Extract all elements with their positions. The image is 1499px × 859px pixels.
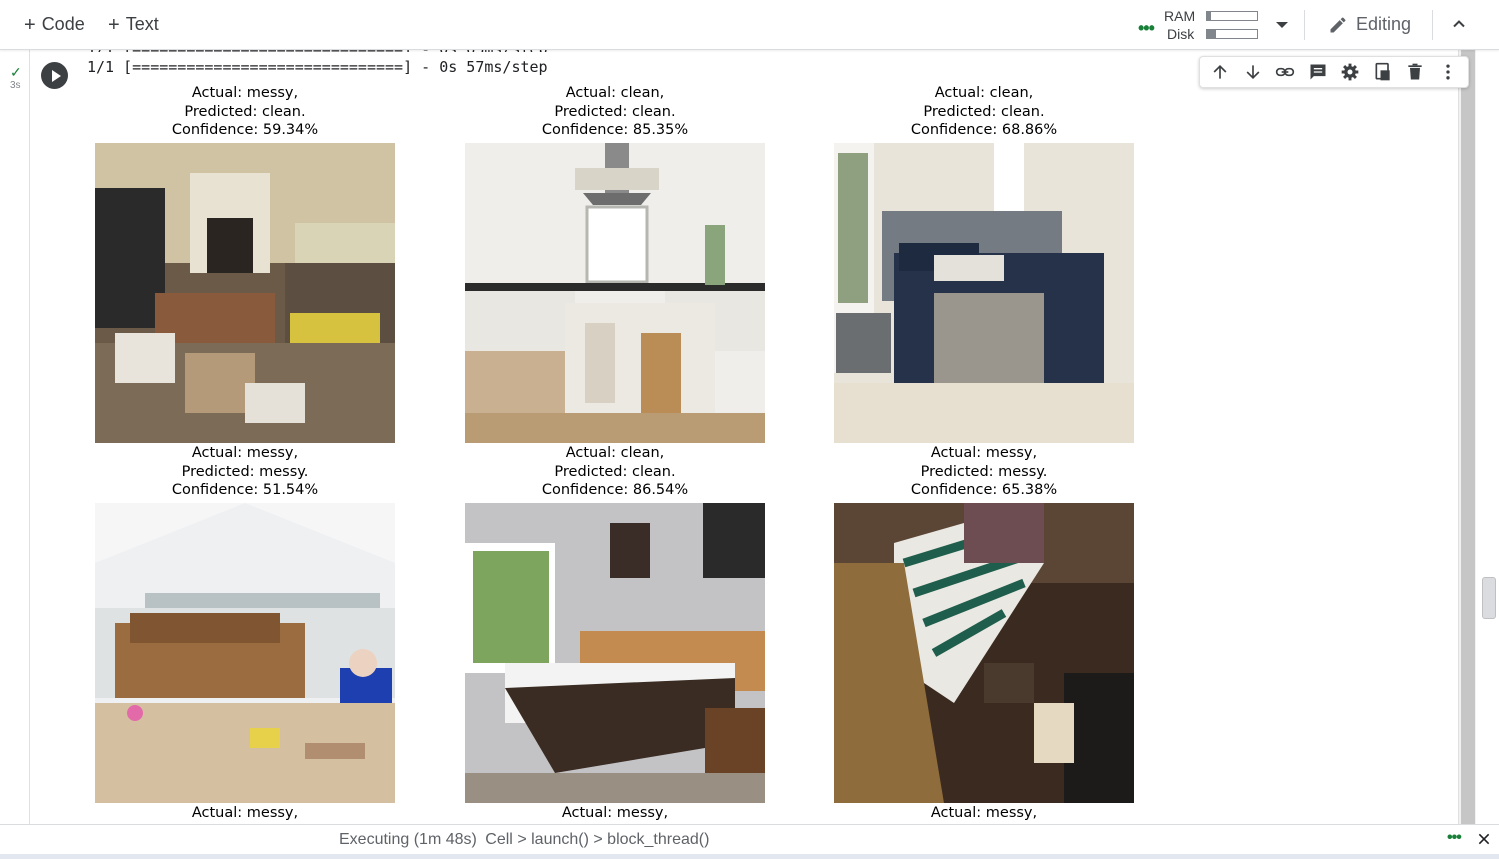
prediction-subplot: Actual: messy, Predicted: messy. Confide… — [95, 444, 395, 803]
prediction-subplot: Actual: clean, Predicted: clean. Confide… — [465, 444, 765, 803]
notebook-cell: ✓ 3s 1/1 [==============================… — [0, 40, 1499, 824]
actual-label: Actual: messy, — [561, 805, 669, 821]
chevron-up-icon[interactable] — [1449, 14, 1469, 34]
actual-label: Actual: clean, — [565, 445, 665, 461]
predicted-label: Predicted: clean. — [184, 103, 306, 120]
subplot-caption: Actual: messy, Predicted: messy. Confide… — [95, 444, 395, 500]
more-vert-icon[interactable] — [1437, 61, 1459, 83]
confidence-label: Confidence: 68.86% — [910, 122, 1058, 138]
actual-label: Actual: messy, — [930, 805, 1038, 821]
confidence-label: Confidence: 85.35% — [541, 122, 689, 138]
prediction-subplot: Actual: clean, Predicted: clean. Confide… — [465, 84, 765, 443]
chevron-down-icon[interactable] — [1276, 22, 1288, 28]
add-text-label: Text — [125, 14, 159, 34]
mirror-cell-icon[interactable] — [1372, 61, 1394, 83]
more-horiz-icon[interactable]: ••• — [1447, 829, 1462, 847]
close-icon[interactable] — [1476, 831, 1492, 847]
add-code-button[interactable]: + Code — [24, 14, 85, 35]
divider — [1304, 10, 1305, 40]
divider — [1432, 10, 1433, 40]
chevron-right-icon: > — [517, 831, 527, 848]
status-bar: Executing (1m 48s) Cell > launch() > blo… — [0, 824, 1499, 854]
prediction-subplot: Actual: messy, — [465, 804, 765, 823]
window-bottom-edge — [0, 854, 1499, 859]
predicted-label: Predicted: clean. — [554, 103, 676, 120]
room-photo — [95, 142, 395, 443]
link-icon[interactable] — [1274, 61, 1296, 83]
stdout-line: 1/1 [==============================] - 0… — [87, 58, 548, 76]
confidence-label: Confidence: 51.54% — [171, 482, 319, 498]
prediction-subplot: Actual: messy, — [95, 804, 395, 823]
breadcrumb-launch: launch() — [531, 831, 589, 848]
disk-usage-bar — [1206, 29, 1258, 39]
subplot-caption: Actual: messy, — [95, 804, 395, 823]
arrow-down-icon[interactable] — [1242, 61, 1264, 83]
room-photo — [834, 502, 1134, 803]
disk-label: Disk — [1167, 26, 1195, 42]
predicted-label: Predicted: clean. — [554, 463, 676, 480]
chevron-right-icon: > — [593, 831, 603, 848]
actual-label: Actual: clean, — [934, 85, 1034, 101]
resource-monitor[interactable]: ••• RAM Disk — [1138, 8, 1288, 44]
editing-mode-button[interactable]: Editing — [1328, 14, 1411, 35]
confidence-label: Confidence: 59.34% — [171, 122, 319, 138]
cell-gutter: ✓ 3s — [0, 50, 30, 824]
trash-icon[interactable] — [1404, 61, 1426, 83]
subplot-caption: Actual: clean, Predicted: clean. Confide… — [834, 84, 1134, 140]
cell-actions-toolbar — [1199, 56, 1469, 88]
ram-usage-bar — [1206, 11, 1258, 21]
pencil-icon — [1330, 16, 1346, 32]
actual-label: Actual: messy, — [930, 445, 1038, 461]
actual-label: Actual: messy, — [191, 805, 299, 821]
executing-label: Executing (1m 48s) — [339, 831, 477, 848]
add-code-label: Code — [41, 14, 85, 34]
subplot-caption: Actual: messy, Predicted: messy. Confide… — [834, 444, 1134, 500]
actual-label: Actual: clean, — [565, 85, 665, 101]
predicted-label: Predicted: messy. — [181, 463, 309, 480]
plus-icon: + — [24, 13, 36, 36]
room-photo — [834, 142, 1134, 443]
actual-label: Actual: messy, — [191, 85, 299, 101]
room-photo — [465, 502, 765, 803]
execution-time: 3s — [10, 80, 21, 91]
plus-icon: + — [108, 13, 120, 36]
gear-icon[interactable] — [1339, 61, 1361, 83]
prediction-subplot: Actual: messy, — [834, 804, 1134, 823]
output-scrollbar[interactable] — [1458, 50, 1476, 824]
room-photo — [95, 502, 395, 803]
predicted-label: Predicted: clean. — [923, 103, 1045, 120]
prediction-subplot: Actual: clean, Predicted: clean. Confide… — [834, 84, 1134, 443]
subplot-caption: Actual: messy, — [465, 804, 765, 823]
subplot-caption: Actual: clean, Predicted: clean. Confide… — [465, 444, 765, 500]
predicted-label: Predicted: messy. — [920, 463, 1048, 480]
subplot-caption: Actual: messy, Predicted: clean. Confide… — [95, 84, 395, 140]
ram-label: RAM — [1164, 8, 1196, 24]
cell-output: Actual: messy, Predicted: clean. Confide… — [30, 80, 1458, 824]
confidence-label: Confidence: 86.54% — [541, 482, 689, 498]
add-text-button[interactable]: + Text — [108, 14, 159, 35]
actual-label: Actual: messy, — [191, 445, 299, 461]
subplot-caption: Actual: messy, — [834, 804, 1134, 823]
arrow-up-icon[interactable] — [1209, 61, 1231, 83]
subplot-caption: Actual: clean, Predicted: clean. Confide… — [465, 84, 765, 140]
page-scrollbar-thumb[interactable] — [1482, 577, 1496, 619]
execution-status[interactable]: Executing (1m 48s) Cell > launch() > blo… — [339, 831, 709, 849]
comment-icon[interactable] — [1307, 61, 1329, 83]
room-photo — [465, 142, 765, 443]
editing-label: Editing — [1356, 14, 1412, 34]
output-scrollbar-thumb[interactable] — [1461, 50, 1475, 824]
confidence-label: Confidence: 65.38% — [910, 482, 1058, 498]
breadcrumb-cell: Cell — [485, 831, 513, 848]
breadcrumb-block-thread: block_thread() — [607, 831, 710, 848]
notebook-toolbar: + Code + Text ••• RAM Disk Editing — [0, 0, 1499, 50]
check-icon: ✓ — [10, 64, 22, 80]
prediction-subplot: Actual: messy, Predicted: clean. Confide… — [95, 84, 395, 443]
connected-dots-icon: ••• — [1138, 18, 1155, 38]
prediction-subplot: Actual: messy, Predicted: messy. Confide… — [834, 444, 1134, 803]
